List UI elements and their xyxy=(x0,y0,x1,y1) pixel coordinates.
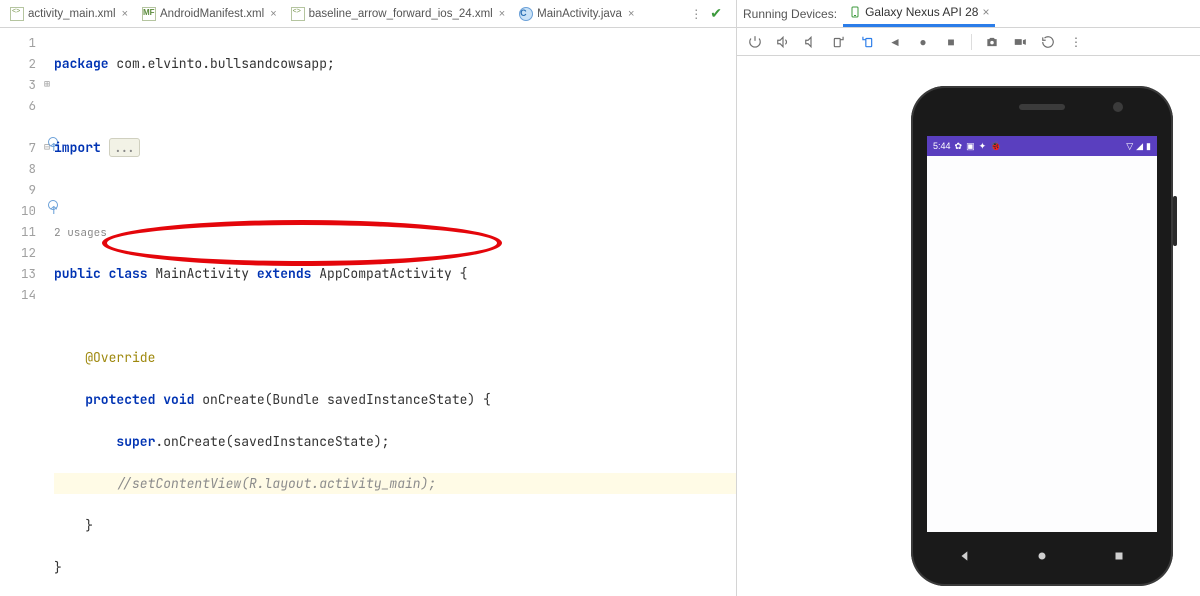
tab-label: baseline_arrow_forward_ios_24.xml xyxy=(309,8,493,20)
tab-android-manifest[interactable]: MF AndroidManifest.xml × xyxy=(136,0,285,27)
more-icon[interactable]: ⋮ xyxy=(1068,34,1084,50)
signal-icon: ▽ xyxy=(1126,141,1133,152)
bug-mini-icon: ▣ xyxy=(966,141,975,152)
side-button xyxy=(1173,196,1177,246)
clock: 5:44 xyxy=(933,141,951,151)
fold-toggle-icon[interactable]: ⊞ xyxy=(40,74,54,95)
xml-file-icon xyxy=(10,7,24,21)
front-camera xyxy=(1113,102,1123,112)
xml-file-icon xyxy=(291,7,305,21)
device-frame: 5:44 ✿ ▣ ✦ 🐞 ▽ ◢ ▮ xyxy=(911,86,1173,586)
nav-back-icon[interactable] xyxy=(958,549,972,563)
devices-title: Running Devices: xyxy=(743,7,837,21)
close-icon[interactable]: × xyxy=(626,8,636,20)
usages-hint[interactable]: 2 usages xyxy=(54,226,107,240)
battery-icon: ▮ xyxy=(1146,141,1151,152)
device-nav-bar xyxy=(927,542,1157,570)
editor-tabs: activity_main.xml × MF AndroidManifest.x… xyxy=(0,0,736,28)
usb-mini-icon: ✦ xyxy=(979,141,987,152)
power-icon[interactable] xyxy=(747,34,763,50)
close-icon[interactable]: × xyxy=(268,8,278,20)
tab-baseline-arrow[interactable]: baseline_arrow_forward_ios_24.xml × xyxy=(285,0,514,27)
line-gutter: 1 2 3 6 7 8 9 10 11 12 13 14 xyxy=(0,28,40,596)
device-toolbar: ◄ ● ■ ⋮ xyxy=(737,28,1200,56)
tab-label: activity_main.xml xyxy=(28,8,116,20)
rotate-left-icon[interactable] xyxy=(831,34,847,50)
device-stage: 5:44 ✿ ▣ ✦ 🐞 ▽ ◢ ▮ xyxy=(737,56,1200,596)
nav-home-icon[interactable] xyxy=(1035,549,1049,563)
no-problems-icon[interactable]: ✔ xyxy=(710,5,732,22)
overview-icon[interactable]: ■ xyxy=(943,34,959,50)
tab-label: MainActivity.java xyxy=(537,8,622,20)
device-screen[interactable]: 5:44 ✿ ▣ ✦ 🐞 ▽ ◢ ▮ xyxy=(927,136,1157,532)
running-devices-panel: Running Devices: Galaxy Nexus API 28 × ◄… xyxy=(737,0,1200,596)
tab-activity-main[interactable]: activity_main.xml × xyxy=(4,0,136,27)
volume-down-icon[interactable] xyxy=(803,34,819,50)
more-tabs-icon[interactable]: ⋮ xyxy=(682,7,710,21)
folded-region[interactable]: ... xyxy=(109,138,140,157)
close-icon[interactable]: × xyxy=(982,5,989,19)
screenshot-icon[interactable] xyxy=(984,34,1000,50)
nav-overview-icon[interactable] xyxy=(1112,549,1126,563)
code-area[interactable]: 1 2 3 6 7 8 9 10 11 12 13 14 ⊞ ⊟ package… xyxy=(0,28,736,596)
earpiece xyxy=(1019,104,1065,110)
close-icon[interactable]: × xyxy=(120,8,130,20)
editor-pane: activity_main.xml × MF AndroidManifest.x… xyxy=(0,0,737,596)
device-tab-label: Galaxy Nexus API 28 xyxy=(865,5,978,19)
status-bar: 5:44 ✿ ▣ ✦ 🐞 ▽ ◢ ▮ xyxy=(927,136,1157,156)
device-tab-galaxy-nexus[interactable]: Galaxy Nexus API 28 × xyxy=(843,0,995,27)
rotate-right-icon[interactable] xyxy=(859,34,875,50)
devices-tab-bar: Running Devices: Galaxy Nexus API 28 × xyxy=(737,0,1200,28)
volume-up-icon[interactable] xyxy=(775,34,791,50)
wifi-icon: ◢ xyxy=(1136,141,1143,152)
close-icon[interactable]: × xyxy=(497,8,507,20)
code-text[interactable]: package com.elvinto.bullsandcowsapp; imp… xyxy=(54,28,736,596)
fold-gutter[interactable]: ⊞ ⊟ xyxy=(40,28,54,596)
record-icon[interactable] xyxy=(1012,34,1028,50)
home-icon[interactable]: ● xyxy=(915,34,931,50)
tab-main-activity[interactable]: C MainActivity.java × xyxy=(513,0,642,27)
java-file-icon: C xyxy=(519,7,533,21)
settings-mini-icon: ✿ xyxy=(955,141,963,152)
tab-label: AndroidManifest.xml xyxy=(160,8,264,20)
android-mini-icon: 🐞 xyxy=(990,141,1001,152)
phone-icon xyxy=(849,6,861,18)
back-icon[interactable]: ◄ xyxy=(887,34,903,50)
reset-icon[interactable] xyxy=(1040,34,1056,50)
manifest-file-icon: MF xyxy=(142,7,156,21)
